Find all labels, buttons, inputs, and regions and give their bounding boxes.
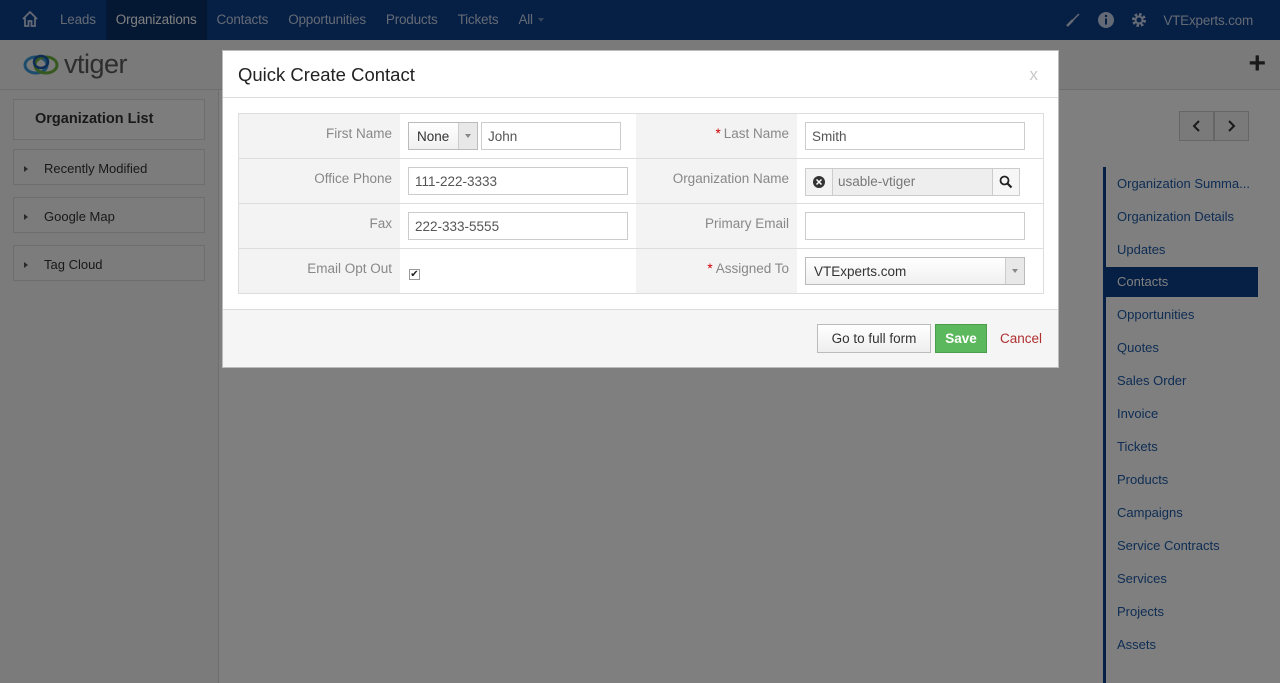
chevron-down-icon	[458, 123, 477, 149]
contact-form: First Name None *Last Name Office Phone …	[238, 113, 1044, 294]
email-opt-out-label: Email Opt Out	[239, 249, 400, 293]
organization-name-cell: usable-vtiger	[797, 159, 1043, 203]
salutation-select[interactable]: None	[408, 122, 478, 150]
first-name-input[interactable]	[481, 122, 621, 150]
last-name-label: * Last Name	[636, 114, 797, 158]
assigned-to-label: * Assigned To	[636, 249, 797, 293]
primary-email-input[interactable]	[805, 212, 1025, 240]
modal-footer: Go to full form Save Cancel	[223, 309, 1058, 367]
first-name-label: First Name	[239, 114, 400, 158]
form-row: Office Phone Organization Name usable-vt…	[239, 159, 1043, 204]
save-button[interactable]: Save	[935, 324, 987, 353]
search-icon[interactable]	[992, 169, 1019, 195]
quick-create-modal: Quick Create Contact x First Name None *…	[222, 50, 1059, 368]
first-name-cell: None	[400, 114, 636, 158]
modal-title: Quick Create Contact	[238, 64, 415, 85]
assigned-to-select[interactable]: VTExperts.com	[805, 257, 1025, 285]
fax-input[interactable]	[408, 212, 628, 240]
organization-name-label: Organization Name	[636, 159, 797, 203]
clear-icon[interactable]	[806, 169, 833, 195]
organization-field: usable-vtiger	[805, 168, 1020, 196]
email-opt-out-checkbox[interactable]: ✔	[409, 269, 420, 280]
fax-cell	[400, 204, 636, 248]
fax-label: Fax	[239, 204, 400, 248]
last-name-cell	[797, 114, 1043, 158]
required-marker: *	[707, 261, 713, 276]
salutation-value: None	[417, 129, 450, 144]
primary-email-label: Primary Email	[636, 204, 797, 248]
assigned-to-value: VTExperts.com	[814, 264, 907, 279]
form-row: Email Opt Out ✔ * Assigned To VTExperts.c…	[239, 249, 1043, 294]
form-row: First Name None *Last Name	[239, 114, 1043, 159]
modal-header: Quick Create Contact x	[223, 51, 1058, 98]
assigned-to-cell: VTExperts.com	[797, 249, 1043, 293]
chevron-down-icon	[1005, 258, 1024, 284]
last-name-label-text: Last Name	[723, 126, 789, 141]
email-opt-out-cell: ✔	[400, 249, 636, 293]
required-marker: *	[715, 126, 721, 141]
cancel-link[interactable]: Cancel	[1000, 331, 1042, 346]
go-to-full-form-button[interactable]: Go to full form	[817, 324, 931, 353]
assigned-to-label-text: Assigned To	[715, 261, 789, 276]
last-name-input[interactable]	[805, 122, 1025, 150]
primary-email-cell	[797, 204, 1043, 248]
form-row: Fax Primary Email	[239, 204, 1043, 249]
office-phone-input[interactable]	[408, 167, 628, 195]
office-phone-label: Office Phone	[239, 159, 400, 203]
organization-value: usable-vtiger	[838, 174, 916, 189]
close-icon[interactable]: x	[1030, 65, 1039, 85]
office-phone-cell	[400, 159, 636, 203]
